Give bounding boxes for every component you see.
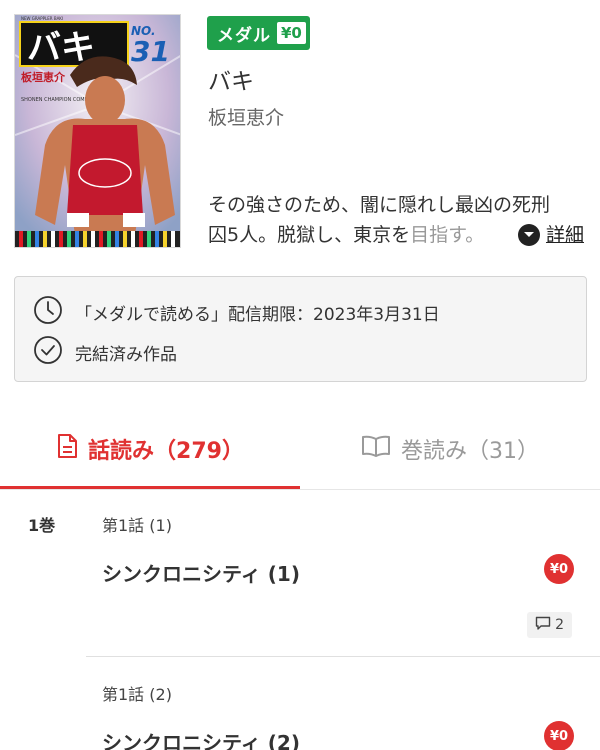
detail-label: 詳細 [545, 224, 584, 246]
check-circle-icon [33, 335, 63, 370]
volume-label: 1巻 [28, 516, 56, 535]
completed-text: 完結済み作品 [75, 345, 177, 365]
episode-subtitle: 第1話 (1) [102, 516, 172, 535]
medal-badge-label: メダル [217, 25, 271, 46]
cover-small-text: NEW GRAPPLER BAKI [21, 16, 63, 21]
book-description: その強さのため、闇に隠れし最凶の死刑 囚5人。脱獄し、東京を 目指す。 詳細 [208, 190, 590, 250]
cover-image[interactable]: バキ NO. 31 NEW GRAPPLER BAKI 板垣恵介 SHONEN … [14, 14, 181, 248]
cover-art: バキ NO. 31 NEW GRAPPLER BAKI 板垣恵介 SHONEN … [15, 15, 180, 247]
cover-volume-text: 31 [131, 35, 170, 68]
comment-icon [535, 616, 551, 634]
cover-publisher-text: SHONEN CHAMPION COMICS [21, 97, 93, 103]
medal-badge-price: ¥0 [277, 22, 306, 44]
episode-title: シンクロニシティ (1) [102, 562, 300, 586]
price-badge: ¥0 [544, 721, 574, 750]
book-author[interactable]: 板垣恵介 [208, 103, 284, 130]
tab-divider [0, 489, 600, 490]
document-icon [56, 433, 78, 465]
chevron-down-icon [517, 224, 540, 246]
page: バキ NO. 31 NEW GRAPPLER BAKI 板垣恵介 SHONEN … [0, 0, 600, 750]
tab-episode-read-label: 話読み（279） [88, 439, 244, 464]
comment-count: 2 [555, 617, 564, 633]
description-line-2-text: 囚5人。脱獄し、東京を [208, 224, 411, 246]
reading-tabs: 話読み（279） 巻読み（31） [0, 410, 600, 490]
description-line-2-tail: 目指す。 [410, 224, 485, 246]
episode-title: シンクロニシティ (2) [102, 731, 300, 750]
medal-badge: メダル ¥0 [207, 16, 310, 50]
open-book-icon [361, 434, 391, 464]
tab-volume-read[interactable]: 巻読み（31） [300, 410, 600, 488]
tab-volume-read-label: 巻読み（31） [401, 439, 539, 464]
list-item[interactable]: 第1話 (1) シンクロニシティ (1) ¥0 2 [102, 512, 590, 652]
delivery-period-text: 「メダルで読める」配信期限：2023年3月31日 [75, 305, 440, 325]
tab-episode-read[interactable]: 話読み（279） [0, 410, 300, 488]
description-line-2: 囚5人。脱獄し、東京を 目指す。 詳細 [208, 220, 590, 250]
detail-toggle-button[interactable]: 詳細 [511, 220, 584, 250]
cover-author-text: 板垣恵介 [21, 70, 66, 84]
info-box: 「メダルで読める」配信期限：2023年3月31日 完結済み作品 [14, 276, 587, 382]
description-line-1: その強さのため、闇に隠れし最凶の死刑 [208, 194, 551, 216]
clock-icon [33, 295, 63, 330]
delivery-period-row: 「メダルで読める」配信期限：2023年3月31日 [33, 295, 440, 330]
comment-count-chip[interactable]: 2 [527, 612, 572, 638]
price-badge: ¥0 [544, 554, 574, 584]
list-item[interactable]: 第1話 (2) シンクロニシティ (2) ¥0 [102, 681, 590, 750]
episode-subtitle: 第1話 (2) [102, 685, 172, 704]
book-title: バキ [208, 69, 254, 95]
list-divider [86, 656, 600, 657]
completed-row: 完結済み作品 [33, 335, 177, 370]
